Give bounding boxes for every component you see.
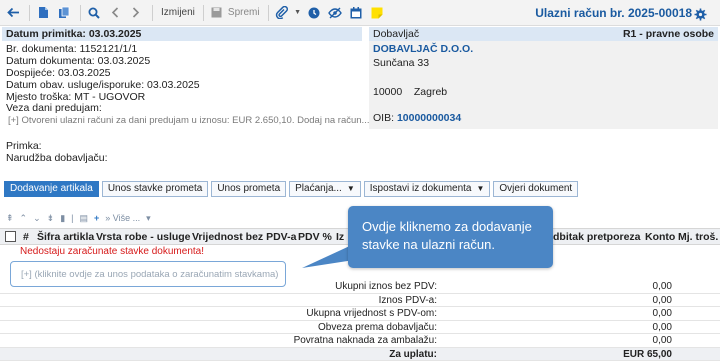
service-date: Datum obav. usluge/isporuke: 03.03.2025 — [6, 79, 200, 91]
next-icon[interactable] — [127, 4, 145, 22]
verify-document-button[interactable]: Ovjeri dokument — [493, 181, 579, 197]
supplier-name[interactable]: DOBAVLJAČ D.O.O. — [373, 43, 473, 55]
document-date: Datum dokumenta: 03.03.2025 — [6, 55, 151, 67]
column-account[interactable]: Konto — [645, 231, 675, 243]
more-menu[interactable]: » Više ... — [105, 213, 140, 223]
back-arrow-icon[interactable] — [4, 4, 22, 22]
supplier-heading-label: Dobavljač — [373, 28, 420, 40]
column-cost-center[interactable]: Mj. troš. — [678, 231, 718, 243]
supplier-heading: Dobavljač R1 - pravne osobe — [369, 27, 718, 41]
delete-icon[interactable]: ▮ — [60, 213, 65, 224]
turnover-button[interactable]: Unos prometa — [211, 181, 287, 197]
total-row: Iznos PDV-a: 0,00 — [0, 294, 720, 307]
total-label: Ukupna vrijednost s PDV-om: — [306, 308, 437, 319]
edit-button[interactable]: Izmijeni — [161, 7, 195, 18]
total-label: Povratna naknada za ambalažu: — [293, 335, 437, 346]
total-value: 0,00 — [652, 308, 672, 319]
issue-from-document-button[interactable]: Ispostavi iz dokumenta ▼ — [363, 181, 491, 197]
copy-row-icon[interactable]: ▤ — [79, 213, 88, 224]
action-button-row: Dodavanje artikala Unos stavke prometa U… — [4, 181, 579, 197]
total-value: 0,00 — [652, 294, 672, 306]
payments-label: Plaćanja... — [295, 183, 342, 194]
grid-divider: | — [71, 213, 74, 223]
oib-value: 10000000034 — [396, 112, 462, 124]
total-value: 0,00 — [652, 281, 672, 292]
total-row: Povratna naknada za ambalažu: 0,00 — [0, 334, 720, 348]
total-due-label: Za uplatu: — [389, 348, 437, 360]
main-toolbar: Izmijeni Spremi ▼ Ulazni račun br. 2025-… — [0, 0, 720, 26]
toolbar-divider — [202, 4, 204, 21]
add-items-button[interactable]: Dodavanje artikala — [4, 181, 99, 197]
total-due-row: Za uplatu: EUR 65,00 — [0, 347, 720, 361]
due-date: Dospijeće: 03.03.2025 — [6, 67, 111, 79]
move-bottom-icon[interactable]: ⇟ — [47, 213, 55, 224]
supplier-oib-line: OIB: 10000000034 — [373, 112, 461, 124]
oib-label: OIB: — [373, 112, 395, 124]
total-value: 0,00 — [652, 321, 672, 333]
total-row: Ukupni iznos bez PDV: 0,00 — [0, 280, 720, 294]
caret-down-icon: ▼ — [476, 184, 485, 193]
column-number: # — [23, 231, 29, 243]
total-label: Ukupni iznos bez PDV: — [335, 281, 437, 292]
supplier-postal-code: 10000 — [373, 86, 403, 98]
add-item-hint: [+] (kliknite ovdje za unos podataka o z… — [21, 269, 279, 280]
select-all-checkbox[interactable] — [5, 231, 16, 242]
payments-button[interactable]: Plaćanja... ▼ — [289, 181, 361, 197]
add-row-icon[interactable]: + — [94, 213, 99, 223]
copy-icon[interactable] — [55, 4, 73, 22]
save-button[interactable]: Spremi — [228, 7, 260, 18]
move-top-icon[interactable]: ⇞ — [6, 213, 14, 224]
column-goods-type[interactable]: Vrsta robe - usluge — [96, 231, 191, 243]
primka-label: Primka: — [6, 140, 42, 152]
search-icon[interactable] — [85, 4, 103, 22]
turnover-item-button[interactable]: Unos stavke prometa — [101, 181, 209, 197]
issue-from-document-label: Ispostavi iz dokumenta — [369, 183, 472, 194]
document-title: Ulazni račun br. 2025-00018 — [535, 6, 692, 20]
supplier-type: R1 - pravne osobe — [622, 28, 714, 40]
supplier-city: Zagreb — [413, 86, 448, 98]
tutorial-tooltip: Ovdje kliknemo za dodavanje stavke na ul… — [348, 206, 553, 268]
missing-items-error: Nedostaju zaračunate stavke dokumenta! — [20, 246, 204, 257]
advance-payment-label: Veza dani predujam: — [6, 102, 102, 114]
clock-icon[interactable] — [305, 4, 323, 22]
toolbar-divider — [267, 4, 269, 21]
toolbar-divider — [80, 4, 81, 21]
more-dropdown-icon[interactable]: ▾ — [146, 213, 151, 224]
hide-icon[interactable] — [326, 4, 344, 22]
column-pretax-deduction[interactable]: dbitak pretporeza — [553, 231, 641, 243]
caret-down-icon: ▼ — [346, 184, 355, 193]
total-row: Ukupna vrijednost s PDV-om: 0,00 — [0, 307, 720, 321]
save-icon — [208, 4, 226, 22]
supplier-street: Sunčana 33 — [373, 57, 430, 69]
previous-icon[interactable] — [106, 4, 124, 22]
attachment-icon[interactable] — [273, 4, 291, 22]
supplier-panel: DOBAVLJAČ D.O.O. Sunčana 33 10000 Zagreb… — [369, 41, 718, 129]
settings-gear-icon[interactable] — [691, 5, 709, 23]
toolbar-divider — [152, 4, 153, 21]
grid-toolbar: ⇞ ⌃ ⌄ ⇟ ▮ | ▤ + » Više ... ▾ — [2, 211, 182, 225]
sticky-note-icon[interactable] — [368, 4, 386, 22]
total-row: Obveza prema dobavljaču: 0,00 — [0, 321, 720, 334]
supplier-order-label: Narudžba dobavljaču: — [6, 152, 108, 164]
receipt-date-heading: Datum primitka: 03.03.2025 — [2, 27, 362, 41]
total-value: 0,00 — [652, 335, 672, 346]
total-label: Obveza prema dobavljaču: — [318, 321, 437, 333]
move-down-icon[interactable]: ⌄ — [33, 213, 41, 224]
column-item-code[interactable]: Šifra artikla — [37, 231, 94, 243]
column-value-without-vat[interactable]: Vrijednost bez PDV-a — [192, 231, 296, 243]
total-label: Iznos PDV-a: — [378, 294, 437, 306]
calendar-icon[interactable] — [347, 4, 365, 22]
attachment-dropdown-icon[interactable]: ▼ — [294, 4, 302, 22]
supplier-city-line: 10000 Zagreb — [373, 86, 447, 98]
total-due-value: EUR 65,00 — [623, 348, 672, 360]
move-up-icon[interactable]: ⌃ — [20, 213, 28, 224]
new-document-icon[interactable] — [34, 4, 52, 22]
document-number: Br. dokumenta: 1152121/1/1 — [6, 43, 138, 55]
toolbar-divider — [29, 4, 30, 21]
advance-payment-link[interactable]: [+] Otvoreni ulazni računi za dani predu… — [8, 115, 369, 126]
